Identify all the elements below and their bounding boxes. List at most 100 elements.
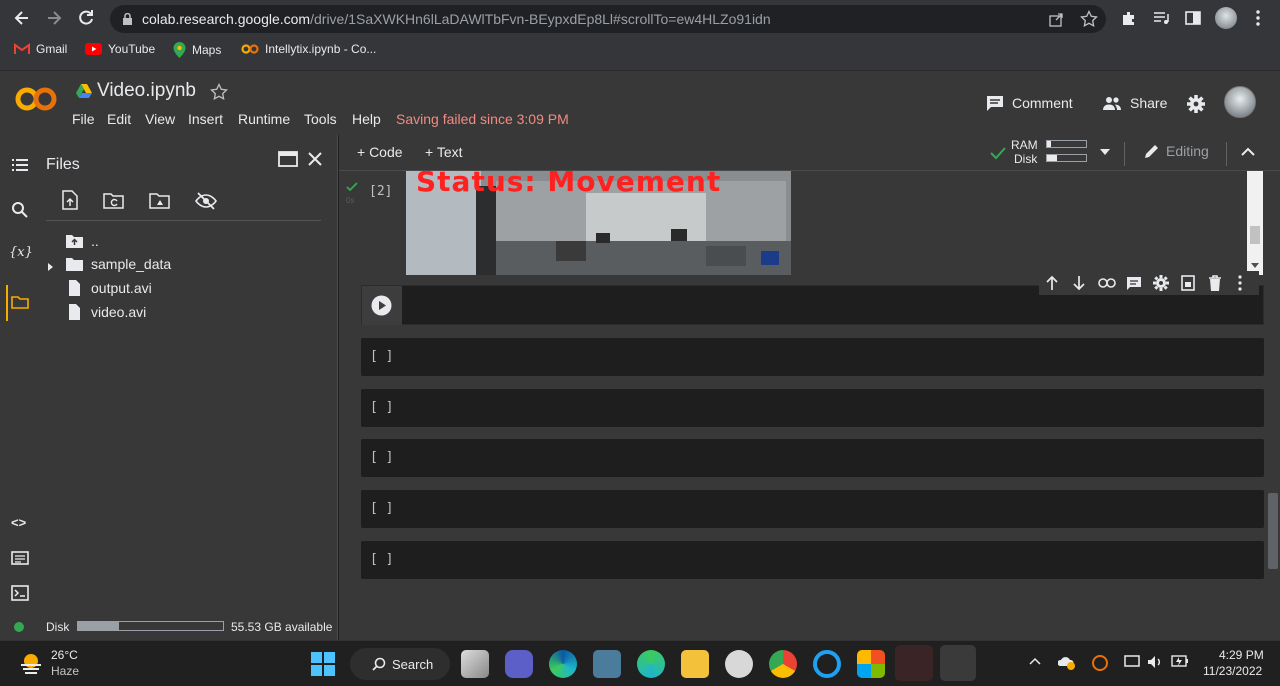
run-cell-play-icon[interactable]	[371, 295, 392, 316]
profile-avatar[interactable]	[1215, 7, 1237, 29]
bookmark-youtube[interactable]: YouTube	[85, 42, 155, 56]
share-page-icon[interactable]	[1048, 11, 1064, 27]
onedrive-warning-icon[interactable]	[1058, 654, 1076, 670]
code-snippets-icon[interactable]: <>	[11, 515, 26, 530]
scroll-down-arrow-icon[interactable]	[1251, 263, 1259, 269]
file-explorer-icon[interactable]	[681, 650, 709, 678]
menu-view[interactable]: View	[145, 111, 175, 127]
page-scrollbar-thumb[interactable]	[1268, 493, 1278, 569]
menu-file[interactable]: File	[72, 111, 95, 127]
cell-settings-icon[interactable]	[1153, 275, 1169, 291]
mount-drive-icon[interactable]	[149, 192, 171, 210]
forward-icon[interactable]	[44, 8, 64, 28]
code-cell[interactable]: [ ]	[361, 389, 1264, 427]
volume-icon[interactable]	[1147, 654, 1163, 670]
media-control-icon[interactable]	[1152, 9, 1170, 27]
side-panel-icon[interactable]	[1184, 9, 1202, 27]
refresh-folder-icon[interactable]	[103, 192, 125, 210]
browser-menu-icon[interactable]	[1250, 9, 1266, 27]
share-button[interactable]: Share	[1102, 95, 1167, 111]
taskbar-search-box[interactable]: Search	[350, 648, 450, 680]
code-cell[interactable]: [ ]	[361, 439, 1264, 477]
weather-haze-icon[interactable]	[18, 651, 44, 677]
snipping-tool-icon[interactable]	[940, 645, 976, 681]
dropdown-arrow-icon[interactable]	[1100, 148, 1110, 156]
search-icon[interactable]	[10, 200, 30, 220]
notebook-title[interactable]: Video.ipynb	[97, 80, 196, 102]
comment-button[interactable]: Comment	[986, 95, 1073, 111]
bookmark-star-icon[interactable]	[1080, 10, 1098, 28]
chrome-icon[interactable]	[769, 650, 797, 678]
hide-files-icon[interactable]	[195, 191, 217, 211]
bookmark-gmail[interactable]: Gmail	[14, 42, 67, 56]
microsoft-store-icon[interactable]	[857, 650, 885, 678]
tree-item-parent[interactable]: ..	[66, 233, 99, 249]
bookmark-intellytix[interactable]: Intellytix.ipynb - Co...	[241, 42, 376, 56]
comment-icon	[987, 96, 1003, 111]
upload-file-icon[interactable]	[61, 190, 79, 210]
save-status[interactable]: Saving failed since 3:09 PM	[396, 111, 569, 127]
clock-date[interactable]: 11/23/2022	[1203, 664, 1262, 678]
menu-help[interactable]: Help	[352, 111, 381, 127]
back-icon[interactable]	[12, 8, 32, 28]
editing-mode-button[interactable]: Editing	[1144, 143, 1209, 159]
variables-icon[interactable]: {x}	[9, 245, 33, 260]
edge-dev-icon[interactable]	[637, 650, 665, 678]
tree-item-video-avi[interactable]: video.avi	[66, 304, 146, 320]
colab-small-icon	[241, 44, 259, 54]
temperature[interactable]: 26°C	[51, 648, 78, 662]
star-icon[interactable]	[210, 83, 228, 101]
more-options-icon[interactable]	[1237, 275, 1243, 291]
mirror-cell-icon[interactable]	[1181, 275, 1195, 291]
teams-chat-icon[interactable]	[505, 650, 533, 678]
move-down-icon[interactable]	[1072, 275, 1086, 291]
windows-start-icon[interactable]	[311, 652, 335, 676]
menu-tools[interactable]: Tools	[304, 111, 337, 127]
extensions-icon[interactable]	[1120, 9, 1138, 27]
weather-condition[interactable]: Haze	[51, 664, 79, 678]
close-icon[interactable]	[307, 151, 323, 167]
tray-chevron-up-icon[interactable]	[1029, 657, 1041, 665]
tree-item-sample-data[interactable]: sample_data	[66, 256, 171, 272]
alexa-icon[interactable]	[813, 650, 841, 678]
display-icon[interactable]	[1124, 654, 1140, 670]
command-palette-icon[interactable]	[10, 548, 30, 568]
code-cell[interactable]: [ ]	[361, 490, 1264, 528]
user-avatar[interactable]	[1224, 86, 1256, 118]
bookmark-label: Gmail	[36, 42, 68, 56]
bookmark-maps[interactable]: Maps	[173, 42, 221, 58]
sync-icon[interactable]	[1091, 654, 1109, 672]
settings-gear-icon[interactable]	[1186, 94, 1206, 114]
tree-item-output-avi[interactable]: output.avi	[66, 280, 152, 296]
colab-logo-icon[interactable]	[14, 85, 58, 113]
collapse-chevron-icon[interactable]	[1241, 147, 1255, 157]
menu-edit[interactable]: Edit	[107, 111, 131, 127]
table-of-contents-icon[interactable]	[10, 155, 30, 175]
output-scrollbar-thumb[interactable]	[1250, 226, 1260, 244]
open-in-tab-icon[interactable]	[278, 151, 298, 167]
add-comment-icon[interactable]	[1126, 276, 1142, 290]
link-icon[interactable]	[1098, 277, 1116, 289]
add-text-button[interactable]: + Text	[425, 144, 463, 160]
reload-icon[interactable]	[76, 8, 96, 28]
terminal-icon[interactable]	[10, 583, 30, 603]
waves-audio-icon[interactable]	[895, 645, 933, 681]
delete-cell-icon[interactable]	[1208, 275, 1222, 291]
folder-icon[interactable]	[10, 292, 30, 312]
add-code-button[interactable]: + Code	[357, 144, 403, 160]
dell-icon[interactable]	[725, 650, 753, 678]
move-up-icon[interactable]	[1045, 275, 1059, 291]
tree-item-label: output.avi	[91, 280, 152, 296]
calculator-icon[interactable]	[593, 650, 621, 678]
menu-runtime[interactable]: Runtime	[238, 111, 290, 127]
edge-browser-icon[interactable]	[549, 650, 577, 678]
output-scrollbar[interactable]	[1247, 171, 1263, 275]
battery-icon[interactable]	[1171, 655, 1189, 667]
clock-time[interactable]: 4:29 PM	[1219, 648, 1264, 662]
address-bar[interactable]: colab.research.google.com/drive/1SaXWKHn…	[110, 5, 1106, 33]
code-cell[interactable]: [ ]	[361, 338, 1264, 376]
code-cell[interactable]: [ ]	[361, 541, 1264, 579]
menu-insert[interactable]: Insert	[188, 111, 223, 127]
task-view-icon[interactable]	[461, 650, 489, 678]
expand-arrow-icon[interactable]	[47, 262, 55, 272]
